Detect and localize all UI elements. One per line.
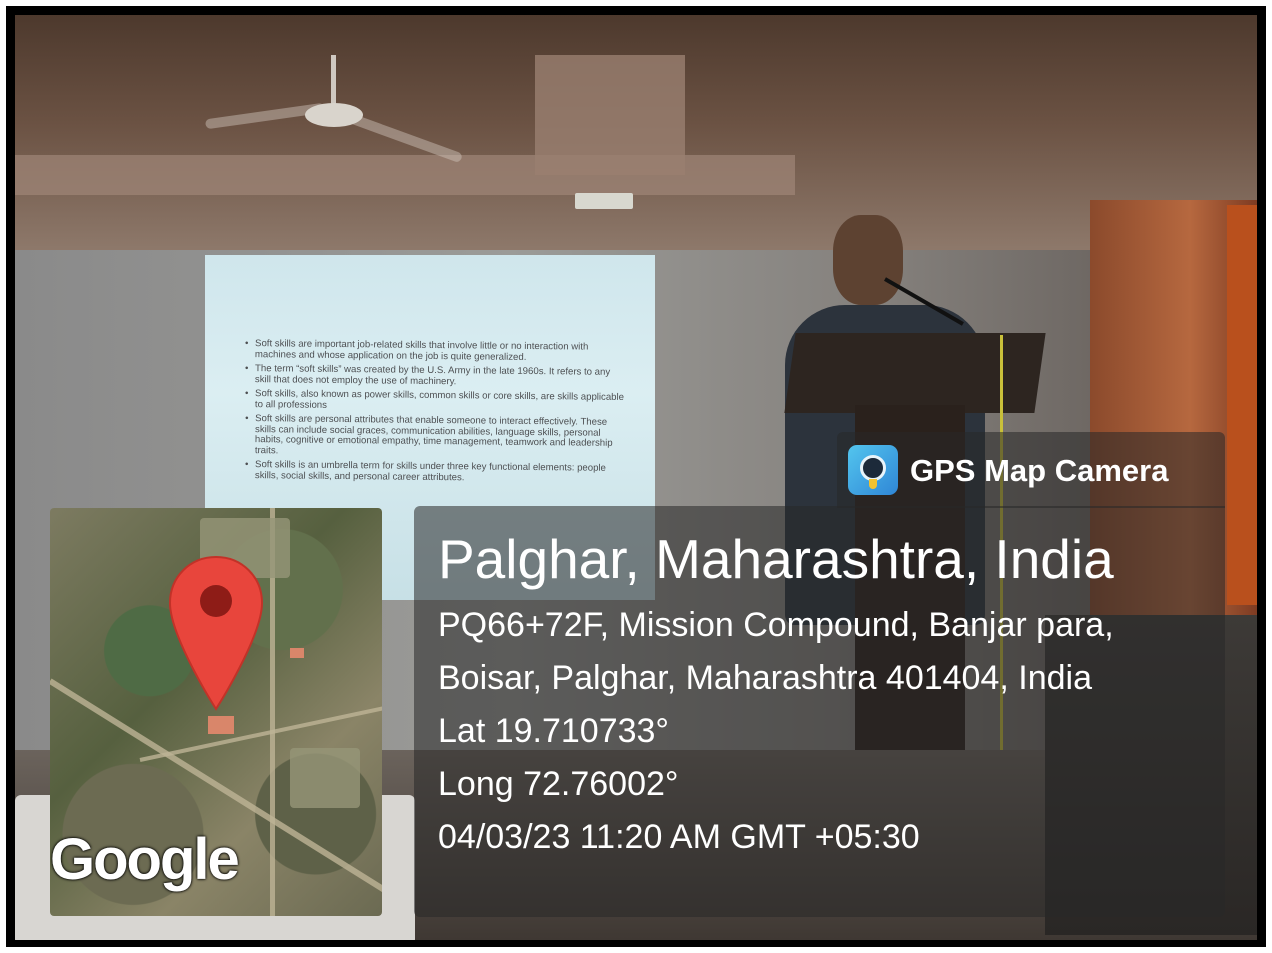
pin-base-icon <box>869 479 877 489</box>
location-title: Palghar, Maharashtra, India <box>438 528 1114 590</box>
slide-bullet: The term “soft skills” was created by th… <box>245 363 625 389</box>
slide-bullet: Soft skills is an umbrella term for skil… <box>245 459 625 485</box>
address-line-2: Boisar, Palghar, Maharashtra 401404, Ind… <box>438 659 1092 697</box>
curtain <box>1227 205 1257 605</box>
map-field <box>290 748 360 808</box>
google-logo: Google <box>50 827 240 892</box>
ceiling-light <box>575 193 633 209</box>
slide-bullet: Soft skills are important job-related sk… <box>245 338 625 364</box>
slide-bullet-list: Soft skills are important job-related sk… <box>245 338 625 487</box>
longitude: Long 72.76002° <box>438 765 679 803</box>
map-building <box>208 716 234 734</box>
timestamp: 04/03/23 11:20 AM GMT +05:30 <box>438 818 920 856</box>
map-building <box>290 648 304 658</box>
slide-bullet: Soft skills, also known as power skills,… <box>245 388 625 414</box>
gps-map-camera-logo-icon <box>848 445 898 495</box>
ceiling-soffit <box>535 55 685 175</box>
slide-bullet: Soft skills are personal attributes that… <box>245 413 625 460</box>
app-title: GPS Map Camera <box>910 453 1169 488</box>
ceiling-fan <box>305 103 363 127</box>
fan-rod <box>331 55 336 105</box>
satellite-map-thumbnail: Google <box>50 508 382 916</box>
speaker-head <box>833 215 903 305</box>
address-line-1: PQ66+72F, Mission Compound, Banjar para, <box>438 606 1114 644</box>
camera-lens-icon <box>860 455 886 481</box>
photo-frame: Soft skills are important job-related sk… <box>6 6 1266 947</box>
map-pin-icon <box>168 555 264 711</box>
podium-top <box>784 333 1046 413</box>
latitude: Lat 19.710733° <box>438 712 670 750</box>
